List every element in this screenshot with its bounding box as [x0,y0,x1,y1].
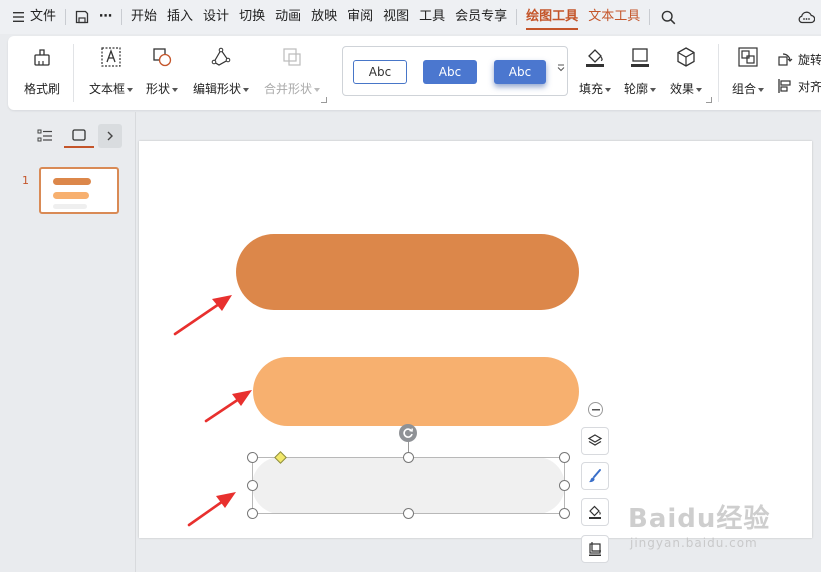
fill-quick-button[interactable] [581,498,609,526]
crop-quick-button[interactable] [581,535,609,563]
red-arrow-2 [204,390,252,423]
watermark-logo-text: Baidu经验 [628,504,771,534]
style-brush-button[interactable] [581,462,609,490]
fill-bucket-icon [589,505,601,519]
watermark-url: jingyan.baidu.com [630,536,758,550]
annotation-arrows [173,295,252,527]
brush-icon [589,469,601,483]
minus-icon[interactable] [588,402,603,417]
crop-icon [589,542,601,556]
layers-button[interactable] [581,427,609,455]
layers-icon [587,434,603,446]
baidu-watermark: Baidu经验 jingyan.baidu.com [628,498,771,550]
red-arrow-1 [173,295,232,336]
red-arrow-3 [187,492,236,527]
